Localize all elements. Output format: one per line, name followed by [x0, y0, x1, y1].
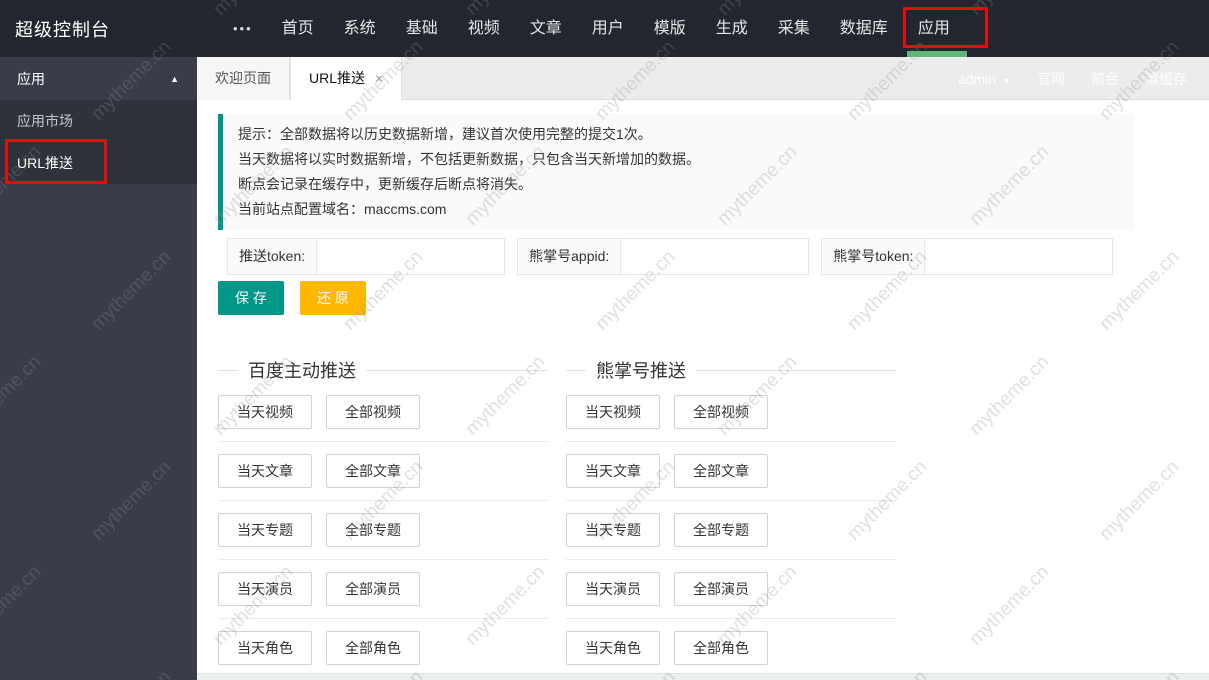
button-row: 当天演员 全部演员	[218, 560, 548, 619]
field-group-xzh-appid: 熊掌号appid:	[517, 238, 810, 275]
sidebar-items: 应用市场 URL推送	[0, 100, 197, 184]
push-token-input[interactable]	[317, 239, 505, 274]
tab-label: 欢迎页面	[215, 70, 271, 86]
field-group-xzh-token: 熊掌号token:	[821, 238, 1114, 275]
tip-box: 提示：全部数据将以历史数据新增，建议首次使用完整的提交1次。当天数据将以实时数据…	[218, 114, 1134, 230]
baidu-push-all-topic-button[interactable]: 全部专题	[326, 513, 420, 547]
sidebar-group-label: 应用	[17, 70, 45, 87]
more-menu-icon[interactable]: •••	[219, 0, 267, 57]
active-nav-indicator	[907, 51, 967, 57]
xiongzhanghao-push-today-actor-button[interactable]: 当天演员	[566, 572, 660, 606]
nav-item-collect[interactable]: 采集	[763, 0, 825, 57]
tip-line: 提示：全部数据将以历史数据新增，建议首次使用完整的提交1次。	[238, 126, 652, 142]
sidebar-group-app[interactable]: 应用 ▲	[0, 57, 197, 100]
tabs: 欢迎页面 URL推送 ×	[197, 57, 403, 101]
sidebar: 应用 ▲ 应用市场 URL推送	[0, 57, 197, 680]
tab-url-push[interactable]: URL推送 ×	[290, 57, 403, 101]
button-row: 当天专题 全部专题	[566, 501, 896, 560]
xiongzhanghao-push-today-article-button[interactable]: 当天文章	[566, 454, 660, 488]
xiongzhanghao-push-today-role-button[interactable]: 当天角色	[566, 631, 660, 665]
xiongzhanghao-push-today-topic-button[interactable]: 当天专题	[566, 513, 660, 547]
tip-line: 当天数据将以实时数据新增，不包括更新数据，只包含当天新增加的数据。	[238, 151, 700, 167]
baidu-push-today-actor-button[interactable]: 当天演员	[218, 572, 312, 606]
link-clear-cache[interactable]: 清缓存	[1145, 69, 1187, 89]
baidu-push-all-actor-button[interactable]: 全部演员	[326, 572, 420, 606]
xiongzhanghao-push-all-video-button[interactable]: 全部视频	[674, 395, 768, 429]
tab-welcome[interactable]: 欢迎页面	[197, 57, 290, 100]
sidebar-item-url-push[interactable]: URL推送	[0, 142, 197, 184]
baidu-push-today-topic-button[interactable]: 当天专题	[218, 513, 312, 547]
nav-item-template[interactable]: 模版	[639, 0, 701, 57]
link-official-site[interactable]: 官网	[1037, 69, 1065, 89]
tip-line: 当前站点配置域名：maccms.com	[238, 201, 447, 217]
user-bar: admin ▼ 官网 前台 清缓存	[958, 57, 1187, 100]
field-label-xzh-token: 熊掌号token:	[822, 239, 926, 274]
chevron-down-icon: ▼	[1002, 75, 1011, 86]
nav-item-video[interactable]: 视频	[453, 0, 515, 57]
link-front-site[interactable]: 前台	[1091, 69, 1119, 89]
bottom-strip	[197, 673, 1209, 680]
button-row: 当天角色 全部角色	[566, 619, 896, 677]
section-title-baidu-push: 百度主动推送	[218, 357, 548, 383]
baidu-push-today-video-button[interactable]: 当天视频	[218, 395, 312, 429]
xiongzhanghao-push-all-role-button[interactable]: 全部角色	[674, 631, 768, 665]
baidu-push-all-video-button[interactable]: 全部视频	[326, 395, 420, 429]
nav-item-basic[interactable]: 基础	[391, 0, 453, 57]
section-xiongzhanghao-push: 熊掌号推送 当天视频 全部视频 当天文章 全部文章 当天专题 全部专题 当天演员 全部演员 当天角…	[566, 357, 896, 677]
button-row: 当天文章 全部文章	[218, 442, 548, 501]
baidu-push-today-article-button[interactable]: 当天文章	[218, 454, 312, 488]
baidu-push-all-role-button[interactable]: 全部角色	[326, 631, 420, 665]
xzh-token-input[interactable]	[925, 239, 1113, 274]
nav-item-database[interactable]: 数据库	[825, 0, 903, 57]
push-sections: 百度主动推送 当天视频 全部视频 当天文章 全部文章 当天专题 全部专题 当天演员 全部演员 当天…	[218, 357, 1209, 677]
main-nav: 首页 系统 基础 视频 文章 用户 模版 生成 采集 数据库 应用	[267, 0, 965, 57]
xzh-appid-input[interactable]	[621, 239, 809, 274]
username: admin	[957, 70, 997, 87]
xiongzhanghao-push-today-video-button[interactable]: 当天视频	[566, 395, 660, 429]
button-row: 当天演员 全部演员	[566, 560, 896, 619]
top-header: 超级控制台 ••• 首页 系统 基础 视频 文章 用户 模版 生成 采集 数据库 应用	[0, 0, 1209, 57]
tip-line: 断点会记录在缓存中，更新缓存后断点将消失。	[238, 176, 532, 192]
button-row: 当天文章 全部文章	[566, 442, 896, 501]
content: 提示：全部数据将以历史数据新增，建议首次使用完整的提交1次。当天数据将以实时数据…	[197, 100, 1209, 680]
nav-item-user[interactable]: 用户	[577, 0, 639, 57]
button-row: 当天角色 全部角色	[218, 619, 548, 677]
baidu-push-today-role-button[interactable]: 当天角色	[218, 631, 312, 665]
collapse-arrow-icon: ▲	[170, 73, 179, 84]
nav-item-article[interactable]: 文章	[515, 0, 577, 57]
button-row: 当天专题 全部专题	[218, 501, 548, 560]
field-label-xzh-appid: 熊掌号appid:	[518, 239, 622, 274]
field-label-push-token: 推送token:	[228, 239, 318, 274]
button-row: 当天视频 全部视频	[566, 383, 896, 442]
section-title-xiongzhanghao-push: 熊掌号推送	[566, 357, 896, 383]
user-menu[interactable]: admin ▼	[958, 71, 1011, 87]
xiongzhanghao-push-all-topic-button[interactable]: 全部专题	[674, 513, 768, 547]
tab-label: URL推送	[309, 70, 366, 86]
xiongzhanghao-push-all-article-button[interactable]: 全部文章	[674, 454, 768, 488]
button-row: 当天视频 全部视频	[218, 383, 548, 442]
action-row: 保 存 还 原	[218, 281, 1209, 315]
nav-item-app[interactable]: 应用	[903, 0, 965, 57]
nav-item-generate[interactable]: 生成	[701, 0, 763, 57]
xiongzhanghao-push-all-actor-button[interactable]: 全部演员	[674, 572, 768, 606]
app-logo: 超级控制台	[15, 19, 110, 40]
restore-button[interactable]: 还 原	[299, 281, 366, 315]
nav-item-system[interactable]: 系统	[329, 0, 391, 57]
sidebar-item-app-market[interactable]: 应用市场	[0, 100, 197, 142]
token-form: 推送token: 熊掌号appid: 熊掌号token:	[227, 238, 1209, 275]
nav-item-home[interactable]: 首页	[267, 0, 329, 57]
baidu-push-all-article-button[interactable]: 全部文章	[326, 454, 420, 488]
field-group-push-token: 推送token:	[227, 238, 506, 275]
section-baidu-push: 百度主动推送 当天视频 全部视频 当天文章 全部文章 当天专题 全部专题 当天演员 全部演员 当天…	[218, 357, 548, 677]
close-tab-icon[interactable]: ×	[375, 70, 383, 86]
save-button[interactable]: 保 存	[218, 281, 284, 315]
